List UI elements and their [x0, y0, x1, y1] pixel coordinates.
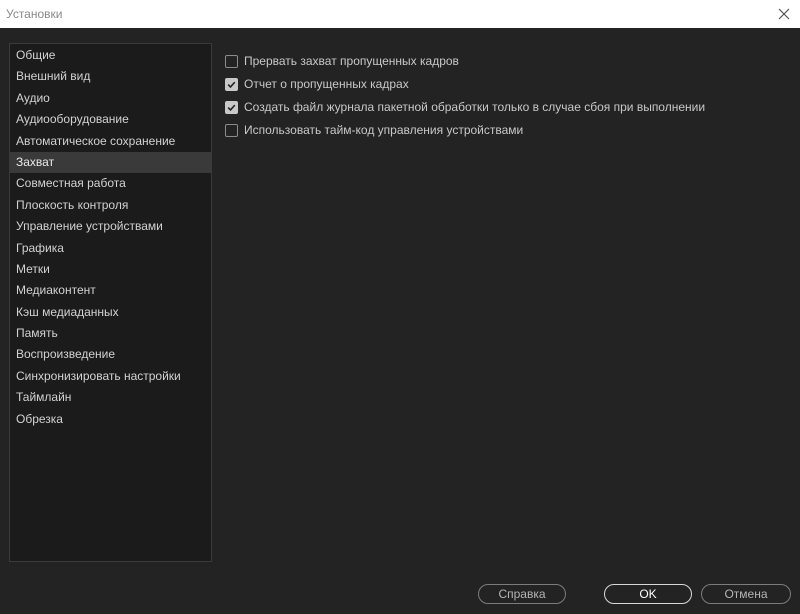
sidebar-item-general[interactable]: Общие — [10, 45, 211, 66]
sidebar-item-timeline[interactable]: Таймлайн — [10, 387, 211, 408]
cancel-button[interactable]: Отмена — [701, 584, 791, 604]
sidebar-item-labels[interactable]: Метки — [10, 259, 211, 280]
sidebar-item-appearance[interactable]: Внешний вид — [10, 66, 211, 87]
checkbox-report-dropped-frames[interactable] — [225, 77, 238, 91]
option-label[interactable]: Прервать захват пропущенных кадров — [244, 54, 459, 68]
checkbox-abort-capture[interactable] — [225, 54, 238, 68]
sidebar-item-device-control[interactable]: Управление устройствами — [10, 216, 211, 237]
option-abort-capture-on-dropped-frames[interactable]: Прервать захват пропущенных кадров — [225, 52, 705, 70]
close-icon[interactable] — [774, 4, 794, 24]
check-icon — [227, 81, 236, 88]
sidebar-item-media-cache[interactable]: Кэш медиаданных — [10, 302, 211, 323]
sidebar-item-collaboration[interactable]: Совместная работа — [10, 173, 211, 194]
checkbox-batch-log-on-failure[interactable] — [225, 100, 238, 114]
ok-button[interactable]: OK — [604, 584, 692, 604]
sidebar-item-auto-save[interactable]: Автоматическое сохранение — [10, 131, 211, 152]
preferences-dialog: Установки Общие Внешний вид Аудио Аудиоо… — [0, 0, 800, 614]
option-label[interactable]: Использовать тайм-код управления устройс… — [244, 123, 523, 137]
sidebar-item-sync-settings[interactable]: Синхронизировать настройки — [10, 366, 211, 387]
sidebar-item-audio-hardware[interactable]: Аудиооборудование — [10, 109, 211, 130]
check-icon — [227, 104, 236, 111]
option-report-dropped-frames[interactable]: Отчет о пропущенных кадрах — [225, 75, 705, 93]
preferences-category-list: Общие Внешний вид Аудио Аудиооборудовани… — [9, 43, 212, 562]
sidebar-item-media[interactable]: Медиаконтент — [10, 280, 211, 301]
help-button[interactable]: Справка — [478, 584, 566, 604]
checkbox-device-control-timecode[interactable] — [225, 123, 238, 137]
sidebar-item-audio[interactable]: Аудио — [10, 88, 211, 109]
sidebar-item-capture[interactable]: Захват — [10, 151, 211, 174]
option-batch-log-on-failure[interactable]: Создать файл журнала пакетной обработки … — [225, 98, 705, 116]
sidebar-item-graphics[interactable]: Графика — [10, 238, 211, 259]
sidebar-item-memory[interactable]: Память — [10, 323, 211, 344]
sidebar-item-control-surface[interactable]: Плоскость контроля — [10, 195, 211, 216]
option-use-device-control-timecode[interactable]: Использовать тайм-код управления устройс… — [225, 121, 705, 139]
option-label[interactable]: Отчет о пропущенных кадрах — [244, 77, 409, 91]
window-title: Установки — [6, 7, 63, 21]
sidebar-item-playback[interactable]: Воспроизведение — [10, 344, 211, 365]
option-label[interactable]: Создать файл журнала пакетной обработки … — [244, 100, 705, 114]
category-nav: Общие Внешний вид Аудио Аудиооборудовани… — [10, 44, 211, 430]
title-bar[interactable]: Установки — [0, 0, 800, 28]
sidebar-item-trim[interactable]: Обрезка — [10, 409, 211, 430]
capture-options-panel: Прервать захват пропущенных кадров Отчет… — [225, 52, 705, 144]
